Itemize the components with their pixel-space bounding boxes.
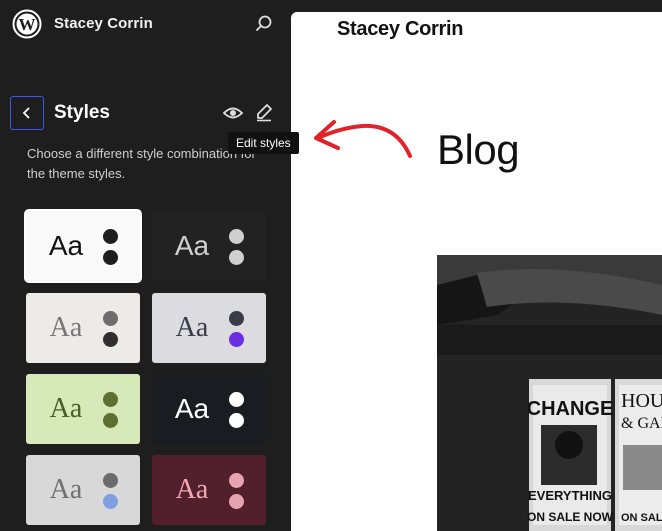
style-variation-color-swatch: [229, 332, 244, 347]
poster-text-on-sale: ON SALE NOW: [527, 510, 614, 524]
featured-image: CHANGE EVERYTHING ON SALE NOW HOU & GAR …: [437, 255, 662, 531]
style-variation-color-swatch: [103, 413, 118, 428]
style-variation-color-swatch: [103, 311, 118, 326]
preview-page-heading: Blog: [437, 126, 520, 173]
style-variation-color-swatch: [229, 229, 244, 244]
sidebar: W Stacey Corrin Styles Edit styles Choos…: [0, 0, 299, 531]
eye-icon[interactable]: [222, 104, 244, 122]
preview-site-title: Stacey Corrin: [337, 18, 464, 40]
style-variation-4[interactable]: Aa: [152, 293, 266, 363]
style-variation-sample-text: Aa: [49, 393, 83, 424]
edit-styles-tooltip: Edit styles: [228, 132, 299, 154]
style-variation-color-swatch: [103, 494, 118, 509]
wordpress-logo-icon[interactable]: W: [12, 9, 42, 39]
poster-text-everything: EVERYTHING: [528, 488, 612, 503]
style-variation-8[interactable]: Aa: [152, 455, 266, 525]
style-variation-color-swatch: [229, 413, 244, 428]
style-variation-sample-text: Aa: [175, 474, 209, 505]
red-arrow-annotation: [314, 120, 412, 158]
style-variation-color-swatch: [103, 332, 118, 347]
panel-title: Styles: [54, 102, 110, 123]
style-variation-sample-text: Aa: [49, 474, 83, 505]
style-variation-color-swatch: [229, 311, 244, 326]
pencil-icon[interactable]: [254, 102, 274, 122]
style-variation-color-swatch: [229, 392, 244, 407]
style-variation-color-swatch: [103, 229, 118, 244]
style-variation-color-swatch: [229, 494, 244, 509]
style-variation-5[interactable]: Aa: [26, 374, 140, 444]
chevron-left-icon: [22, 107, 30, 119]
site-title[interactable]: Stacey Corrin: [54, 15, 153, 32]
style-variation-color-swatch: [229, 250, 244, 265]
style-variation-7[interactable]: Aa: [26, 455, 140, 525]
style-variation-sample-text: Aa: [49, 312, 83, 343]
sidebar-header: W Stacey Corrin: [0, 0, 290, 48]
style-variation-6[interactable]: Aa: [152, 374, 266, 444]
poster-text-hou: HOU: [621, 390, 662, 412]
style-variation-color-swatch: [103, 473, 118, 488]
back-button[interactable]: [10, 96, 44, 130]
style-variation-3[interactable]: Aa: [26, 293, 140, 363]
svg-text:W: W: [19, 15, 36, 34]
style-variation-sample-text: Aa: [174, 230, 210, 261]
style-variation-2[interactable]: Aa: [152, 211, 266, 281]
style-variation-color-swatch: [103, 250, 118, 265]
style-variation-1[interactable]: Aa: [26, 211, 140, 281]
poster-text-gar: & GAR: [621, 415, 662, 432]
search-icon[interactable]: [254, 14, 274, 34]
style-variation-sample-text: Aa: [175, 312, 209, 343]
poster-text-on-sale-2: ON SALE: [621, 512, 662, 524]
style-variation-sample-text: Aa: [174, 393, 210, 424]
style-variation-sample-text: Aa: [48, 230, 84, 261]
style-variation-color-swatch: [229, 473, 244, 488]
site-preview[interactable]: Stacey Corrin Blog CHANGE EVERYTHING ON …: [291, 12, 662, 531]
site-editor: W Stacey Corrin Styles Edit styles Choos…: [0, 0, 662, 531]
style-variation-color-swatch: [103, 392, 118, 407]
poster-text-change: CHANGE: [527, 398, 614, 420]
